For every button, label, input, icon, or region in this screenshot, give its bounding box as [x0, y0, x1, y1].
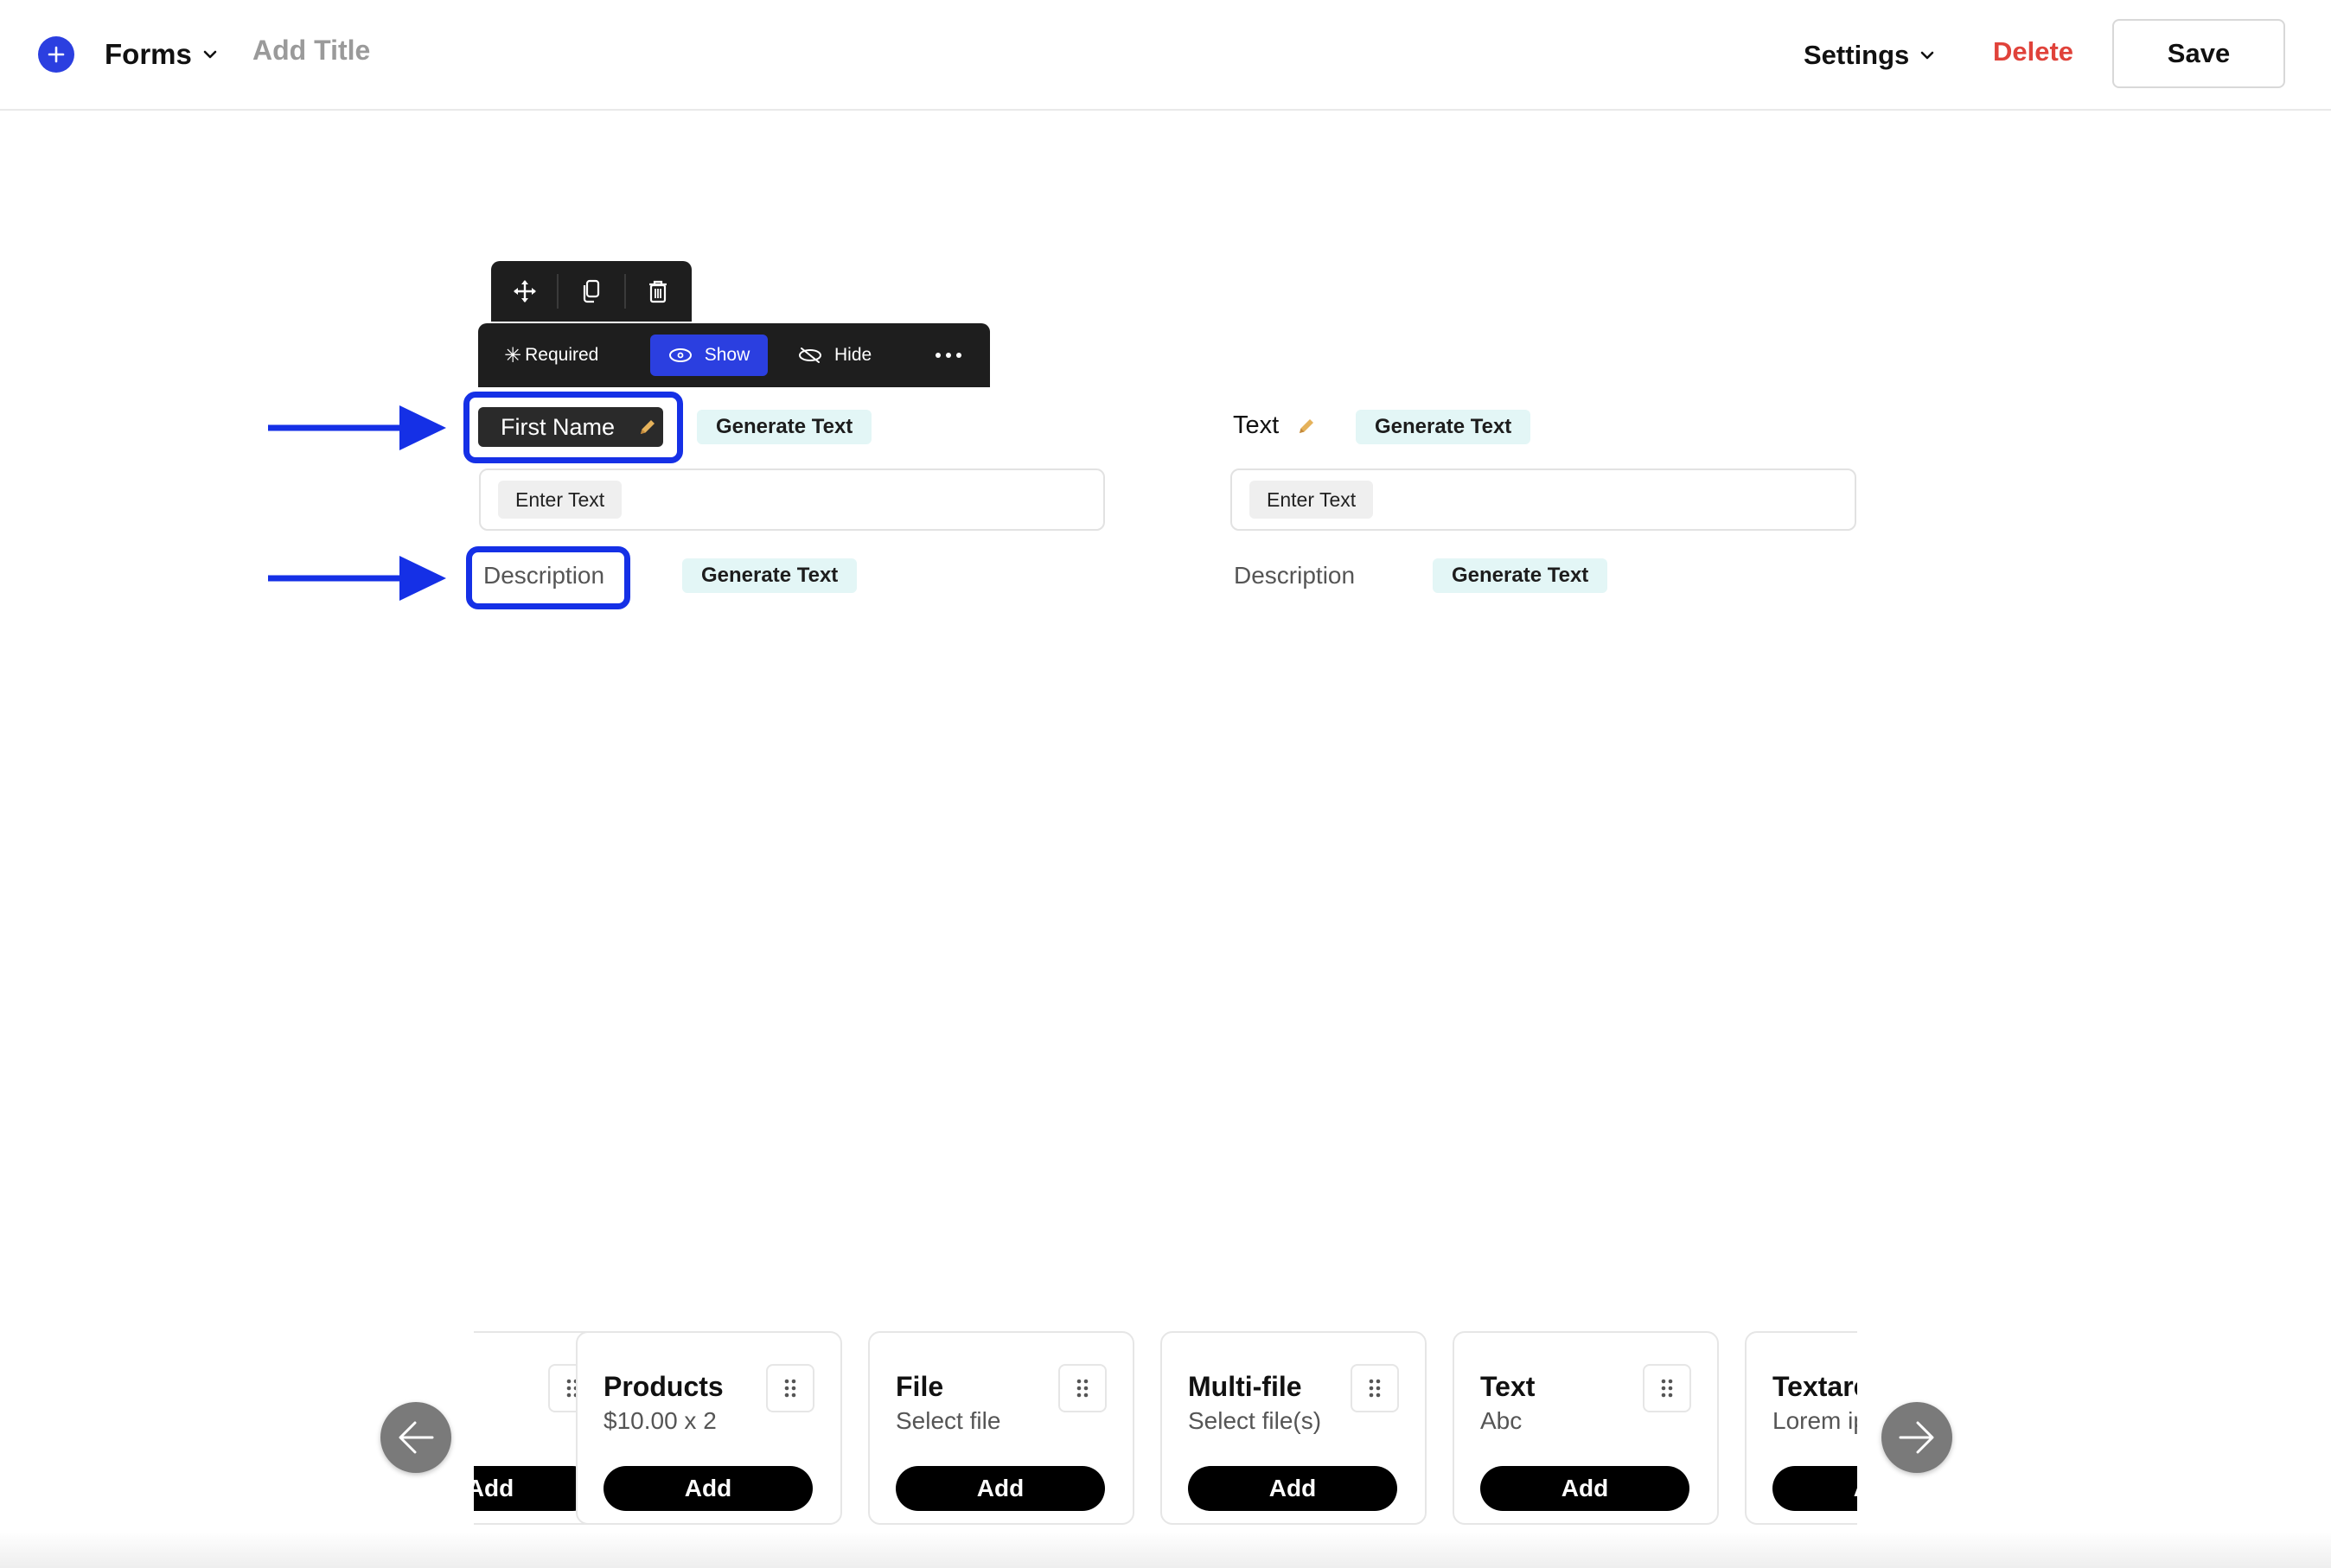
eye-icon	[668, 348, 692, 362]
card-title: Products	[604, 1371, 724, 1402]
field-label-text: Text	[1233, 411, 1280, 439]
element-card-file[interactable]: File Select file Add	[868, 1331, 1134, 1525]
divider	[557, 274, 559, 309]
divider	[623, 274, 626, 309]
drag-handle-icon	[1661, 1379, 1673, 1398]
settings-label: Settings	[1804, 40, 1910, 70]
arrow-annotation	[268, 556, 446, 601]
forms-dropdown[interactable]: Forms	[105, 35, 218, 74]
card-subtitle: Select file	[896, 1407, 1001, 1434]
card-subtitle: $10.00 x 2	[604, 1407, 717, 1434]
arrow-right-icon	[1899, 1421, 1934, 1454]
required-toggle[interactable]: ✳ Required	[504, 337, 598, 373]
pencil-icon	[641, 420, 655, 434]
element-card-multi-file[interactable]: Multi-file Select file(s) Add	[1160, 1331, 1427, 1525]
field-actions-toolbar	[491, 261, 692, 322]
pencil-icon	[1300, 418, 1314, 433]
add-element-button[interactable]: Add	[1188, 1466, 1397, 1511]
move-button[interactable]	[504, 271, 546, 312]
show-button[interactable]: Show	[650, 335, 768, 376]
plus-icon	[48, 46, 65, 63]
show-label: Show	[704, 345, 750, 365]
text-input[interactable]: Enter Text	[1230, 468, 1856, 531]
input-placeholder: Enter Text	[1249, 481, 1374, 519]
eye-off-icon	[799, 347, 821, 363]
carousel-next-button[interactable]	[1881, 1402, 1952, 1473]
card-title: File	[896, 1371, 944, 1402]
drag-handle[interactable]	[766, 1364, 814, 1412]
element-card-products[interactable]: Products $10.00 x 2 Add	[576, 1331, 842, 1525]
more-options-button[interactable]	[924, 335, 973, 376]
drag-handle-icon	[1369, 1379, 1381, 1398]
element-carousel: Add Products $10.00 x 2 Add File Select …	[474, 1323, 1857, 1539]
carousel-prev-button[interactable]	[380, 1402, 451, 1473]
trash-icon	[649, 280, 667, 303]
add-element-button[interactable]: Add	[604, 1466, 813, 1511]
element-card-text[interactable]: Text Abc Add	[1453, 1331, 1719, 1525]
add-element-button[interactable]: Add	[1480, 1466, 1689, 1511]
card-title: Multi-file	[1188, 1371, 1302, 1402]
move-icon	[513, 280, 536, 303]
field-label-text: First Name	[501, 413, 616, 440]
generate-text-button[interactable]: Generate Text	[697, 410, 872, 444]
asterisk-icon: ✳	[504, 343, 522, 367]
card-title: Text	[1480, 1371, 1536, 1402]
field-label-editor[interactable]: Text	[1233, 411, 1317, 440]
arrow-annotation	[268, 405, 446, 450]
generate-description-button[interactable]: Generate Text	[1433, 558, 1608, 593]
arrow-left-icon	[399, 1421, 434, 1454]
card-subtitle: Select file(s)	[1188, 1407, 1322, 1434]
save-button[interactable]: Save	[2112, 19, 2285, 88]
input-placeholder: Enter Text	[498, 481, 623, 519]
field-visibility-toolbar: ✳ Required Show Hide	[478, 323, 990, 387]
card-subtitle: Lorem ipsum	[1772, 1407, 1857, 1434]
drag-handle[interactable]	[1643, 1364, 1691, 1412]
forms-label: Forms	[105, 38, 192, 70]
drag-handle[interactable]	[1351, 1364, 1399, 1412]
chevron-down-icon	[203, 50, 217, 59]
description-editor[interactable]: Description	[1234, 562, 1355, 590]
add-button[interactable]	[38, 36, 74, 73]
copy-icon	[583, 279, 600, 303]
title-input[interactable]: Add Title	[252, 35, 370, 67]
drag-handle-icon	[784, 1379, 796, 1398]
duplicate-button[interactable]	[571, 271, 612, 312]
add-element-button[interactable]: Add	[1772, 1466, 1857, 1511]
generate-description-button[interactable]: Generate Text	[682, 558, 858, 593]
delete-button[interactable]: Delete	[1993, 36, 2073, 67]
more-horizontal-icon	[936, 353, 961, 358]
description-editor[interactable]: Description	[483, 562, 604, 590]
add-element-button[interactable]: Add	[896, 1466, 1105, 1511]
field-label-editor[interactable]: First Name	[478, 407, 663, 447]
text-input[interactable]: Enter Text	[479, 468, 1105, 531]
delete-field-button[interactable]	[637, 271, 679, 312]
hide-label: Hide	[834, 345, 872, 365]
hide-button[interactable]: Hide	[798, 335, 893, 376]
card-title: Textarea	[1772, 1371, 1857, 1402]
element-card-textarea[interactable]: Textarea Lorem ipsum Add	[1745, 1331, 1857, 1525]
card-subtitle: Abc	[1480, 1407, 1523, 1434]
required-label: Required	[525, 345, 599, 365]
settings-dropdown[interactable]: Settings	[1804, 36, 1935, 74]
generate-text-button[interactable]: Generate Text	[1356, 410, 1531, 444]
top-bar: Forms Add Title Settings Delete Save	[0, 0, 2331, 111]
drag-handle-icon	[1076, 1379, 1089, 1398]
drag-handle[interactable]	[1058, 1364, 1107, 1412]
chevron-down-icon	[1920, 51, 1934, 60]
